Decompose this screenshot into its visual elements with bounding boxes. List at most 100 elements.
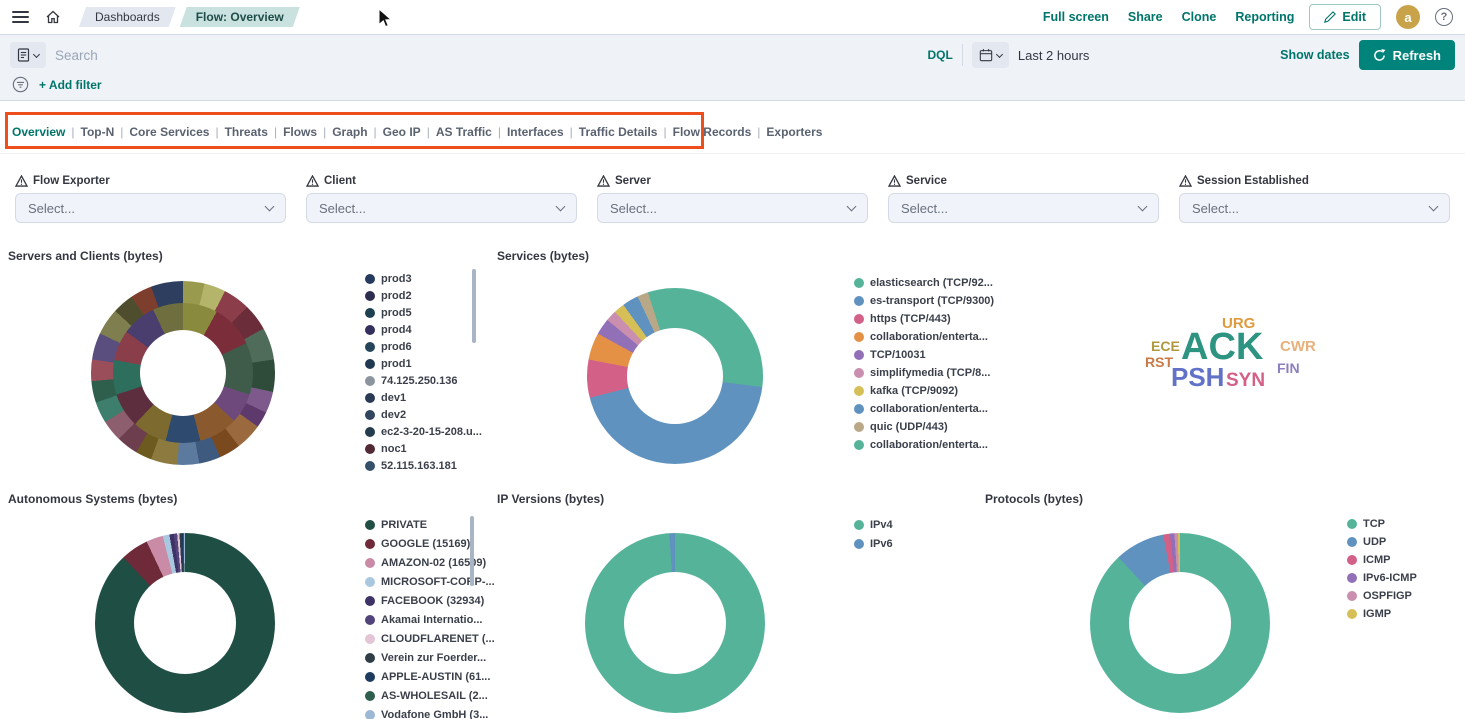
breadcrumb-flow-overview[interactable]: Flow: Overview [180, 7, 300, 27]
nav-link-overview[interactable]: Overview [12, 125, 65, 139]
nav-link-interfaces[interactable]: Interfaces [507, 125, 564, 139]
time-range-label[interactable]: Last 2 hours [1018, 48, 1090, 63]
legend-item[interactable]: collaboration/enterta... [854, 400, 994, 418]
show-dates-button[interactable]: Show dates [1280, 48, 1349, 62]
legend-item[interactable]: Vodafone GmbH (3... [365, 705, 495, 719]
warning-icon [15, 175, 28, 187]
legend-item[interactable]: prod4 [365, 321, 482, 338]
nav-link-threats[interactable]: Threats [225, 125, 268, 139]
legend-item[interactable]: AMAZON-02 (16509) [365, 553, 495, 572]
tag-ack[interactable]: ACK [1181, 328, 1263, 366]
ip-versions-donut-chart[interactable] [585, 533, 765, 713]
nav-link-graph[interactable]: Graph [332, 125, 367, 139]
legend-item[interactable]: ICMP [1347, 551, 1417, 569]
home-icon[interactable] [45, 9, 61, 25]
chevron-down-icon [33, 50, 40, 57]
legend-item[interactable]: MICROSOFT-CORP-... [365, 572, 495, 591]
legend-item[interactable]: prod6 [365, 338, 482, 355]
legend-item[interactable]: prod2 [365, 287, 482, 304]
tag-ece[interactable]: ECE [1151, 339, 1180, 353]
panel-title: Servers and Clients (bytes) [8, 249, 163, 263]
legend-item[interactable]: elasticsearch (TCP/92... [854, 274, 994, 292]
legend-item[interactable]: 74.125.250.136 [365, 372, 482, 389]
legend-item[interactable]: IGMP [1347, 605, 1417, 623]
breadcrumb-dashboards[interactable]: Dashboards [79, 7, 176, 27]
select-session-established[interactable]: Select... [1179, 193, 1450, 223]
tag-cwr[interactable]: CWR [1280, 339, 1316, 354]
select-server[interactable]: Select... [597, 193, 868, 223]
legend-item[interactable]: FACEBOOK (32934) [365, 591, 495, 610]
controls-row: Flow ExporterSelect...ClientSelect...Ser… [15, 175, 1450, 223]
saved-query-icon [17, 48, 30, 62]
legend-item[interactable]: TCP [1347, 515, 1417, 533]
legend-item[interactable]: IPv4 [854, 515, 893, 534]
filter-icon[interactable] [12, 76, 29, 93]
legend-item[interactable]: 52.115.163.181 [365, 457, 482, 474]
legend-item[interactable]: prod1 [365, 355, 482, 372]
select-client[interactable]: Select... [306, 193, 577, 223]
legend-item[interactable]: prod5 [365, 304, 482, 321]
nav-link-traffic-details[interactable]: Traffic Details [579, 125, 658, 139]
nav-link-top-n[interactable]: Top-N [81, 125, 115, 139]
legend-item[interactable]: dev1 [365, 389, 482, 406]
legend-label: CLOUDFLARENET (... [381, 633, 495, 645]
legend-item[interactable]: prod3 [365, 270, 482, 287]
legend-item[interactable]: UDP [1347, 533, 1417, 551]
menu-icon[interactable] [12, 11, 29, 23]
nav-link-core-services[interactable]: Core Services [129, 125, 209, 139]
legend-item[interactable]: collaboration/enterta... [854, 328, 994, 346]
legend-item[interactable]: es-transport (TCP/9300) [854, 292, 994, 310]
protocols-donut-chart[interactable] [1090, 533, 1270, 713]
legend-scrollbar[interactable] [472, 269, 476, 343]
select-flow-exporter[interactable]: Select... [15, 193, 286, 223]
legend-item[interactable]: Verein zur Foerder... [365, 648, 495, 667]
query-language-button[interactable]: DQL [928, 48, 953, 62]
topbar-action-reporting[interactable]: Reporting [1235, 10, 1294, 24]
legend-item[interactable]: OSPFIGP [1347, 587, 1417, 605]
legend-item[interactable]: PRIVATE [365, 515, 495, 534]
legend-item[interactable]: collaboration/enterta... [854, 436, 994, 454]
legend-item[interactable]: dev2 [365, 406, 482, 423]
nav-link-geo-ip[interactable]: Geo IP [383, 125, 421, 139]
saved-query-button[interactable] [10, 42, 46, 68]
tag-rst[interactable]: RST [1145, 355, 1173, 369]
legend: elasticsearch (TCP/92...es-transport (TC… [854, 274, 994, 454]
nav-link-as-traffic[interactable]: AS Traffic [436, 125, 492, 139]
search-input[interactable] [55, 48, 919, 63]
legend-item[interactable]: quic (UDP/443) [854, 418, 994, 436]
avatar[interactable]: a [1396, 5, 1420, 29]
tag-syn[interactable]: SYN [1226, 371, 1265, 390]
topbar-action-clone[interactable]: Clone [1182, 10, 1217, 24]
date-picker-button[interactable] [972, 42, 1009, 68]
legend-item[interactable]: kafka (TCP/9092) [854, 382, 994, 400]
legend-item[interactable]: ec2-3-20-15-208.u... [365, 423, 482, 440]
refresh-button[interactable]: Refresh [1359, 40, 1455, 70]
topbar-action-full-screen[interactable]: Full screen [1043, 10, 1109, 24]
nav-link-flow-records[interactable]: Flow Records [673, 125, 752, 139]
legend-item[interactable]: https (TCP/443) [854, 310, 994, 328]
legend-item[interactable]: AS-WHOLESAIL (2... [365, 686, 495, 705]
tag-fin[interactable]: FIN [1277, 361, 1300, 375]
tag-psh[interactable]: PSH [1171, 364, 1224, 390]
topbar-action-share[interactable]: Share [1128, 10, 1163, 24]
legend-item[interactable]: IPv6 [854, 534, 893, 553]
nav-link-exporters[interactable]: Exporters [766, 125, 822, 139]
nav-separator: | [570, 125, 573, 139]
select-service[interactable]: Select... [888, 193, 1159, 223]
add-filter-button[interactable]: + Add filter [39, 78, 102, 92]
help-icon[interactable]: ? [1435, 8, 1453, 26]
servers-clients-sunburst-chart[interactable] [91, 281, 275, 465]
edit-button[interactable]: Edit [1309, 4, 1381, 30]
legend-item[interactable]: CLOUDFLARENET (... [365, 629, 495, 648]
legend-scrollbar[interactable] [470, 516, 474, 586]
legend-item[interactable]: simplifymedia (TCP/8... [854, 364, 994, 382]
legend-item[interactable]: Akamai Internatio... [365, 610, 495, 629]
autonomous-systems-donut-chart[interactable] [95, 533, 275, 713]
legend-item[interactable]: GOOGLE (15169) [365, 534, 495, 553]
legend-item[interactable]: TCP/10031 [854, 346, 994, 364]
nav-link-flows[interactable]: Flows [283, 125, 317, 139]
services-donut-chart[interactable] [587, 288, 763, 464]
legend-item[interactable]: noc1 [365, 440, 482, 457]
legend-item[interactable]: APPLE-AUSTIN (61... [365, 667, 495, 686]
legend-item[interactable]: IPv6-ICMP [1347, 569, 1417, 587]
